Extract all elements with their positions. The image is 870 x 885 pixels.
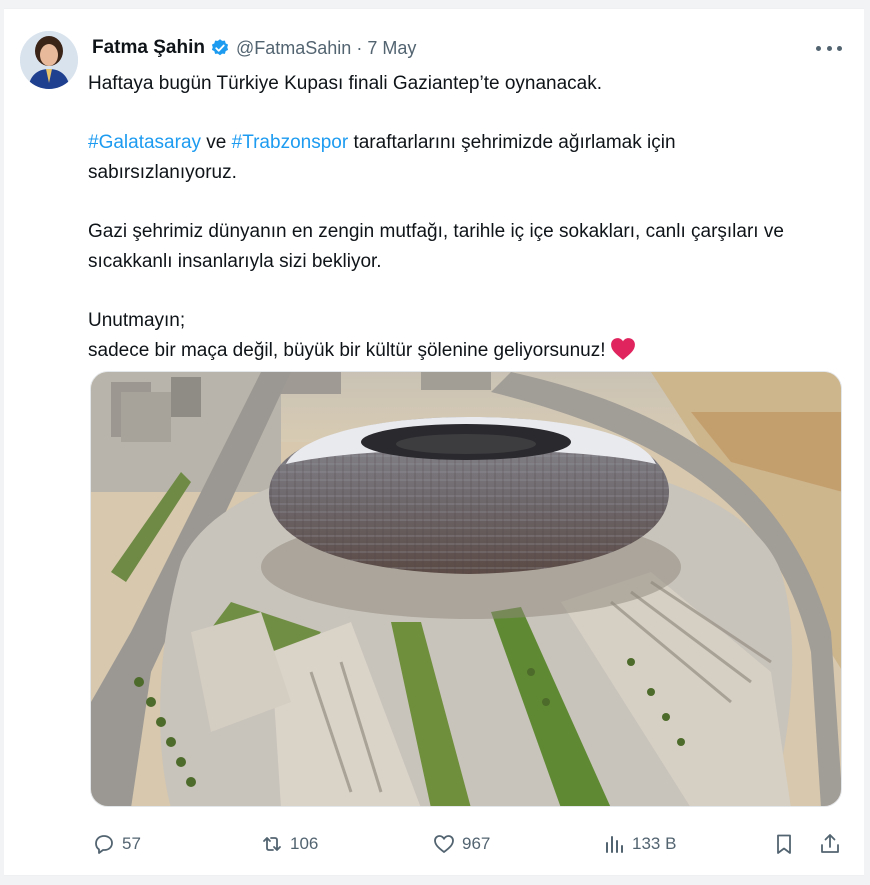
paragraph-3: Gazi şehrimiz dünyanın en zengin mutfağı… <box>88 221 784 272</box>
paragraph-4a: Unutmayın; <box>88 310 186 331</box>
tweet-date[interactable]: 7 May <box>367 38 416 59</box>
share-button[interactable] <box>818 829 842 859</box>
paragraph-4b-text: sadece bir maça değil, büyük bir kültür … <box>88 340 606 361</box>
reply-icon <box>95 835 113 854</box>
tweet-text: Haftaya bugün Türkiye Kupası finali Gazi… <box>88 69 828 366</box>
author-name[interactable]: Fatma Şahin <box>92 37 205 59</box>
like-icon <box>434 835 454 853</box>
author-handle[interactable]: @FatmaSahin <box>236 38 351 59</box>
tweet-header: Fatma Şahin @FatmaSahin · 7 May <box>92 35 416 61</box>
reply-count: 57 <box>122 834 141 853</box>
views-button[interactable]: 133 B <box>602 829 676 859</box>
like-count: 967 <box>462 834 491 853</box>
conjunction: ve <box>201 132 232 153</box>
bookmark-button[interactable] <box>772 829 796 859</box>
views-count: 133 B <box>632 834 677 853</box>
verified-badge-icon <box>210 38 230 58</box>
hashtag-trabzonspor[interactable]: #Trabzonspor <box>232 132 349 153</box>
tweet-image-stadium[interactable] <box>90 371 842 807</box>
action-bar: 57 106 967 133 B <box>88 829 848 859</box>
paragraph-1: Haftaya bugün Türkiye Kupası finali Gazi… <box>88 73 603 94</box>
reply-button[interactable]: 57 <box>92 829 141 859</box>
bookmark-icon <box>777 834 791 854</box>
views-icon <box>606 836 623 853</box>
like-button[interactable]: 967 <box>432 829 490 859</box>
avatar[interactable] <box>20 31 78 89</box>
share-icon <box>821 834 839 853</box>
repost-count: 106 <box>290 834 319 853</box>
tweet-card[interactable]: Fatma Şahin @FatmaSahin · 7 May Haftaya … <box>4 8 864 876</box>
separator-dot: · <box>356 37 363 58</box>
paragraph-4b: sadece bir maça değil, büyük bir kültür … <box>88 336 828 366</box>
hashtag-galatasaray[interactable]: #Galatasaray <box>88 132 201 153</box>
paragraph-2: #Galatasaray ve #Trabzonspor taraftarlar… <box>88 128 828 188</box>
more-icon[interactable] <box>816 37 842 59</box>
repost-icon <box>263 837 281 851</box>
heart-emoji-icon <box>610 337 636 361</box>
repost-button[interactable]: 106 <box>260 829 318 859</box>
